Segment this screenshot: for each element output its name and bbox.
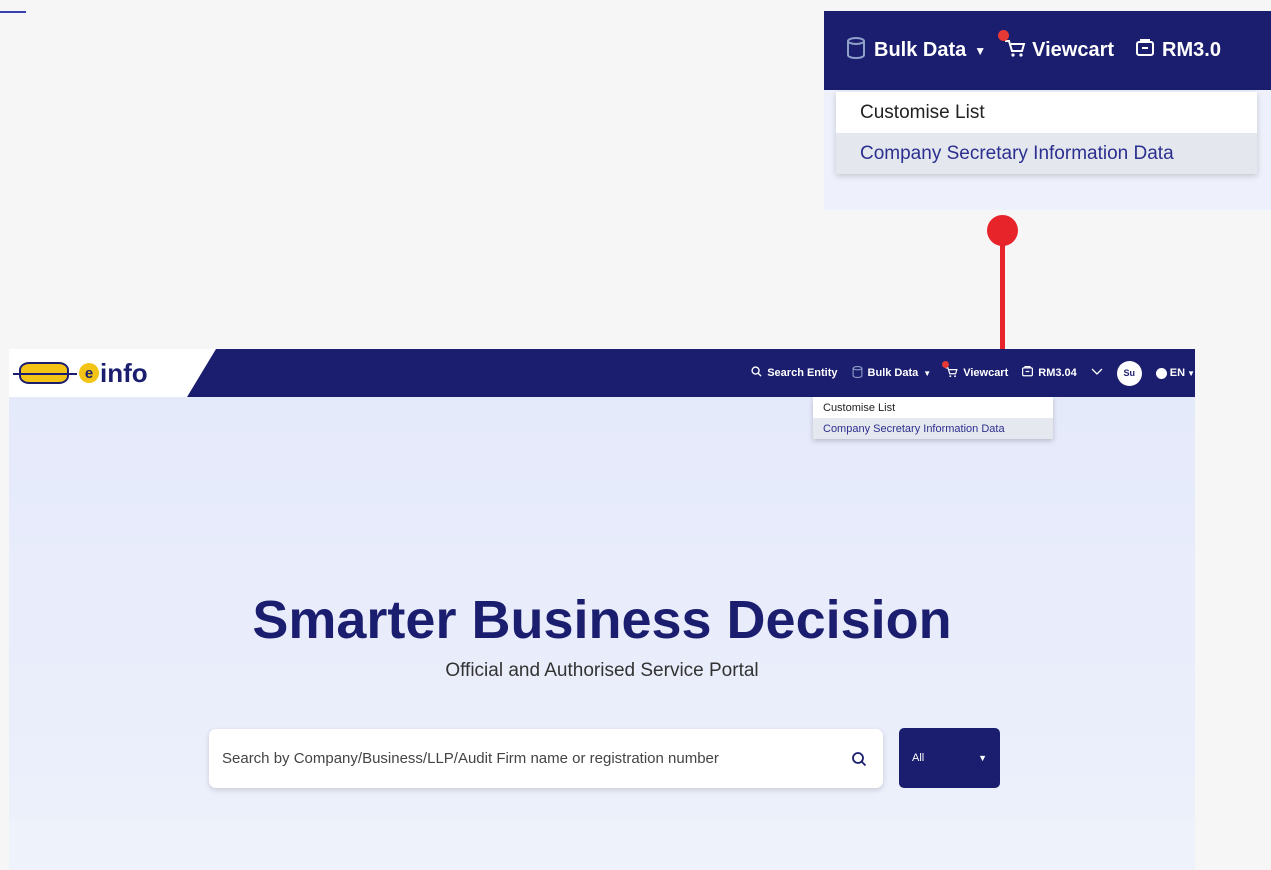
zoom-bulk-data-label[interactable]: Bulk Data [874,39,966,62]
bottom-band [9,819,1195,870]
zoom-menu-item-company-secretary[interactable]: Company Secretary Information Data [836,133,1257,174]
zoom-menu-item-customise-list[interactable]: Customise List [836,92,1257,133]
nav-right: Search Entity Bulk Data ▼ Viewcart RM3.0… [751,349,1195,397]
cart-icon[interactable] [998,29,1026,64]
search-button[interactable] [835,739,883,779]
nav-bulk-data[interactable]: Bulk Data ▼ [852,365,932,381]
nav-search-entity-label: Search Entity [767,367,838,379]
database-icon [852,365,863,381]
einfo-e-mark: e [79,363,99,383]
hero-title: Smarter Business Decision [252,590,952,650]
corner-mark [0,0,26,13]
search-icon [852,751,867,766]
logo-area[interactable]: e info [9,349,216,397]
chevron-down-icon: ▼ [923,368,932,378]
search-box [209,729,883,788]
entity-type-value: All [912,752,925,764]
zoom-dropdown-menu: Customise List Company Secretary Informa… [836,92,1257,174]
hero-subtitle: Official and Authorised Service Portal [445,660,759,681]
nav-viewcart-label: Viewcart [963,367,1009,379]
nav-balance-label: RM3.04 [1038,367,1077,379]
wallet-icon [1022,366,1034,380]
menu-item-customise-list[interactable]: Customise List [813,397,1053,418]
nav-bulk-data-label: Bulk Data [867,367,919,379]
ssm-logo [13,362,77,384]
top-navbar: e info Search Entity Bulk Data ▼ Viewcar… [9,349,1195,397]
zoom-navbar: Bulk Data ▼ Viewcart RM3.0 [824,11,1271,90]
nav-viewcart[interactable]: Viewcart [942,360,1009,381]
user-menu[interactable]: Su [1116,360,1142,386]
zoom-callout: Bulk Data ▼ Viewcart RM3.0 Customise Lis… [824,11,1271,210]
einfo-logo: e info [79,358,148,389]
nav-search-entity[interactable]: Search Entity [751,366,838,380]
database-icon [846,36,866,65]
cart-icon [942,360,958,381]
chevron-down-icon: ▼ [1187,368,1195,378]
app-screen: e info Search Entity Bulk Data ▼ Viewcar… [9,349,1195,870]
nav-balance[interactable]: RM3.04 [1022,366,1077,380]
zoom-balance: RM3.0 [1162,39,1221,61]
cart-badge [942,360,950,368]
globe-icon [1155,367,1167,379]
avatar: Su [1116,360,1142,386]
search-input[interactable] [222,750,835,767]
language-label: EN [1169,367,1186,379]
entity-type-select[interactable]: All ▼ [899,728,1000,788]
bulk-data-dropdown: Customise List Company Secretary Informa… [813,397,1053,439]
chevron-down-icon: ▼ [978,753,987,763]
chevron-down-icon [1091,367,1103,379]
chevron-down-icon: ▼ [974,43,987,58]
cart-badge [998,29,1010,41]
language-selector[interactable]: EN ▼ [1155,367,1195,379]
zoom-viewcart-label[interactable]: Viewcart [1032,39,1114,62]
menu-item-company-secretary[interactable]: Company Secretary Information Data [813,418,1053,439]
nav-expand[interactable] [1091,367,1103,379]
search-icon [751,366,762,380]
wallet-icon [1136,38,1155,63]
einfo-text: info [100,357,148,388]
